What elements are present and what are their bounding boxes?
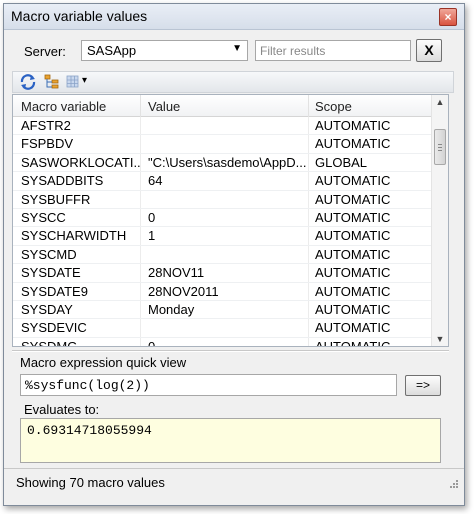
vertical-scrollbar[interactable]: ▲ ▼ [431,95,448,346]
table-body: AFSTR2 AUTOMATIC FSPBDV AUTOMATIC SASWORKL… [13,117,431,347]
column-header-macro-variable[interactable]: Macro variable [21,99,106,114]
clear-filter-button[interactable]: X [416,39,442,62]
macro-name: SYSDATE9 [21,283,88,299]
dropdown-arrow-icon[interactable]: ▾ [82,75,87,86]
window-title: Macro variable values [11,8,148,24]
table-row[interactable]: FSPBDV AUTOMATIC [13,135,431,154]
tree-view-icon[interactable] [43,74,61,90]
grid-options-icon[interactable] [66,74,80,90]
macro-name: FSPBDV [21,136,74,152]
macro-value: 64 [148,173,163,189]
macro-scope: AUTOMATIC [315,228,391,244]
macro-name: SYSDAY [21,301,73,317]
toolbar: ▾ [12,71,454,93]
macro-name: SYSBUFFR [21,191,91,207]
chevron-down-icon: ▼ [232,43,242,54]
evaluate-button[interactable]: => [405,375,441,396]
filter-input[interactable] [255,40,411,61]
macro-value: Monday [148,301,195,317]
table-row[interactable]: SYSCHARWIDTH 1 AUTOMATIC [13,227,431,246]
column-header-scope[interactable]: Scope [315,99,352,114]
scroll-up-icon[interactable]: ▲ [432,97,448,107]
table-row[interactable]: SYSDMG 0 AUTOMATIC [13,338,431,347]
title-bar: Macro variable values × [4,4,464,30]
macro-scope: AUTOMATIC [315,191,391,207]
server-selected-value: SASApp [87,43,137,58]
macro-name: SASWORKLOCATI... [21,154,141,170]
macro-table: Macro variable Value Scope AFSTR2 AUTOMAT… [12,94,449,347]
macro-value: 1 [148,228,156,244]
macro-scope: AUTOMATIC [315,118,391,133]
macro-scope: AUTOMATIC [315,173,391,189]
macro-name: SYSDEVIC [21,320,87,336]
macro-scope: AUTOMATIC [315,246,391,262]
column-separator[interactable] [308,95,309,117]
status-bar: Showing 70 macro values [4,468,464,492]
expression-input[interactable] [20,374,397,396]
macro-scope: AUTOMATIC [315,265,391,281]
close-button[interactable]: × [439,8,457,26]
macro-scope: AUTOMATIC [315,320,391,336]
table-row[interactable]: SYSADDBITS 64 AUTOMATIC [13,172,431,191]
table-row[interactable]: SYSCMD AUTOMATIC [13,246,431,265]
table-header: Macro variable Value Scope [13,95,431,117]
server-select[interactable]: SASApp ▼ [81,40,248,61]
macro-value: 0 [148,209,156,225]
macro-name: SYSCMD [21,246,77,262]
macro-name: SYSDMG [21,338,78,347]
table-row[interactable]: SYSDAY Monday AUTOMATIC [13,301,431,320]
table-row[interactable]: AFSTR2 AUTOMATIC [13,117,431,136]
column-header-value[interactable]: Value [148,99,180,114]
table-row[interactable]: SASWORKLOCATI... "C:\Users\sasdemo\AppD..… [13,154,431,173]
macro-variables-window: Macro variable values × Server: SASApp ▼… [3,3,465,506]
macro-name: SYSCHARWIDTH [21,228,127,244]
macro-name: SYSCC [21,209,66,225]
table-row[interactable]: SYSCC 0 AUTOMATIC [13,209,431,228]
macro-scope: AUTOMATIC [315,283,391,299]
result-output: 0.69314718055994 [20,418,441,463]
macro-name: AFSTR2 [21,118,71,133]
column-separator[interactable] [140,95,141,117]
resize-grip-icon[interactable] [448,478,458,488]
macro-scope: AUTOMATIC [315,209,391,225]
macro-scope: GLOBAL [315,154,368,170]
scroll-down-icon[interactable]: ▼ [432,334,448,344]
macro-scope: AUTOMATIC [315,338,391,347]
table-row[interactable]: SYSDEVIC AUTOMATIC [13,319,431,338]
splitter[interactable] [12,350,449,352]
macro-value: 28NOV11 [148,265,205,281]
table-row[interactable]: SYSDATE 28NOV11 AUTOMATIC [13,264,431,283]
table-row[interactable]: SYSBUFFR AUTOMATIC [13,191,431,209]
macro-value: 0 [148,338,156,347]
macro-name: SYSDATE [21,265,81,281]
server-label: Server: [24,44,66,59]
macro-name: SYSADDBITS [21,173,104,189]
macro-value: "C:\Users\sasdemo\AppD... [148,154,307,170]
macro-value: 28NOV2011 [148,283,219,299]
table-row[interactable]: SYSDATE9 28NOV2011 AUTOMATIC [13,283,431,301]
server-row: Server: SASApp ▼ X [4,36,464,64]
macro-scope: AUTOMATIC [315,136,391,152]
quick-view-title: Macro expression quick view [20,355,187,370]
scrollbar-thumb[interactable] [434,129,446,165]
evaluates-to-label: Evaluates to: [24,402,100,417]
refresh-icon[interactable] [19,74,37,90]
macro-scope: AUTOMATIC [315,301,391,317]
status-text: Showing 70 macro values [16,475,165,490]
